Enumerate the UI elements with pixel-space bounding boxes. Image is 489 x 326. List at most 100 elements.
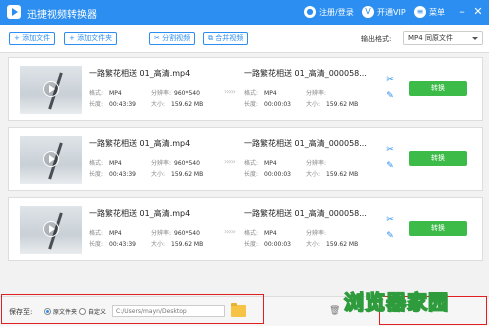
source-size: 159.62 MB [171, 101, 204, 108]
menu-icon: ≡ [414, 6, 426, 18]
output-duration: 00:00:03 [264, 241, 291, 248]
size-label: 大小: [306, 171, 321, 178]
source-duration: 00:43:39 [109, 241, 136, 248]
source-file-name: 一路繁花相送 01_高清.mp4 [89, 209, 191, 218]
scissors-icon[interactable]: ✂ [384, 212, 396, 228]
output-format: MP4 [264, 90, 277, 97]
source-format: MP4 [109, 230, 122, 237]
output-file-name: 一路繁花相送 01_高清_000058... [244, 139, 367, 148]
play-icon [43, 81, 59, 97]
video-item-3: 一路繁花相送 01_高清.mp4 格式: MP4 长度: 00:43:39 分辨率:… [8, 197, 483, 261]
convert-button[interactable]: 转换 [409, 221, 467, 236]
source-file-name: 一路繁花相送 01_高清.mp4 [89, 139, 191, 148]
source-resolution: 960*540 [174, 90, 200, 97]
minimize-button[interactable]: – [456, 5, 468, 19]
size-label: 大小: [306, 241, 321, 248]
output-format-label: 输出格式: [361, 35, 392, 43]
split-icon: ✂ [154, 34, 163, 42]
source-size: 159.62 MB [171, 171, 204, 178]
edit-icon[interactable]: ✎ [384, 88, 396, 104]
source-duration: 00:43:39 [109, 101, 136, 108]
duration-label: 长度: [244, 171, 259, 178]
scissors-icon[interactable]: ✂ [384, 72, 396, 88]
login-button[interactable]: ● 注册/登录 [304, 6, 354, 18]
resolution-label: 分辨率: [151, 90, 172, 97]
resolution-label: 分辨率: [306, 160, 327, 167]
add-folder-button[interactable]: + 添加文件夹 [64, 32, 118, 45]
convert-button[interactable]: 转换 [409, 81, 467, 96]
vip-icon: V [362, 6, 374, 18]
video-thumbnail[interactable] [20, 206, 82, 254]
source-duration: 00:43:39 [109, 171, 136, 178]
edit-tools: ✂ ✎ [384, 212, 396, 244]
output-duration: 00:00:03 [264, 101, 291, 108]
output-format: MP4 [264, 160, 277, 167]
arrow-right-icon: ››››› [224, 87, 236, 96]
user-icon: ● [304, 6, 316, 18]
arrow-right-icon: ››››› [224, 227, 236, 236]
duration-label: 长度: [89, 101, 104, 108]
watermark-text: 浏览器家园 [343, 289, 449, 315]
merge-video-button[interactable]: ⧉ 合并视频 [203, 32, 249, 45]
scissors-icon[interactable]: ✂ [384, 142, 396, 158]
size-label: 大小: [306, 101, 321, 108]
size-label: 大小: [151, 101, 166, 108]
trash-icon[interactable]: 🗑 [329, 306, 340, 316]
format-label: 格式: [244, 160, 259, 167]
title-bar: 迅捷视频转换器 ● 注册/登录 V 开通VIP ≡ 菜单 – ✕ [0, 0, 489, 25]
split-video-label: 分割视频 [162, 34, 191, 42]
video-thumbnail[interactable] [20, 136, 82, 184]
resolution-label: 分辨率: [306, 230, 327, 237]
duration-label: 长度: [89, 171, 104, 178]
video-thumbnail[interactable] [20, 66, 82, 114]
format-label: 格式: [89, 90, 104, 97]
arrow-right-icon: ››››› [224, 157, 236, 166]
app-logo-icon [7, 5, 21, 19]
source-file-name: 一路繁花相送 01_高清.mp4 [89, 69, 191, 78]
toolbar: + 添加文件 + 添加文件夹 ✂ 分割视频 ⧉ 合并视频 输出格式: MP4 同… [0, 25, 489, 53]
output-size: 159.62 MB [326, 101, 359, 108]
play-icon [43, 151, 59, 167]
video-item-1: 一路繁花相送 01_高清.mp4 格式: MP4 长度: 00:43:39 分辨率:… [8, 57, 483, 121]
vip-button[interactable]: V 开通VIP [362, 6, 406, 18]
format-label: 格式: [244, 230, 259, 237]
output-duration: 00:00:03 [264, 171, 291, 178]
resolution-label: 分辨率: [151, 230, 172, 237]
resolution-label: 分辨率: [306, 90, 327, 97]
output-format-value: MP4 同原文件 [408, 34, 453, 42]
source-resolution: 960*540 [174, 230, 200, 237]
output-size: 159.62 MB [326, 171, 359, 178]
size-label: 大小: [151, 171, 166, 178]
edit-icon[interactable]: ✎ [384, 228, 396, 244]
output-file-name: 一路繁花相送 01_高清_000058... [244, 69, 367, 78]
add-file-button[interactable]: + 添加文件 [9, 32, 56, 45]
format-label: 格式: [89, 230, 104, 237]
source-format: MP4 [109, 160, 122, 167]
menu-label: 菜单 [429, 7, 445, 17]
source-size: 159.62 MB [171, 241, 204, 248]
output-file-name: 一路繁花相送 01_高清_000058... [244, 209, 367, 218]
source-format: MP4 [109, 90, 122, 97]
video-item-2: 一路繁花相送 01_高清.mp4 格式: MP4 长度: 00:43:39 分辨率:… [8, 127, 483, 191]
output-format-select[interactable]: MP4 同原文件 [403, 31, 483, 45]
highlight-box-save-path [1, 294, 264, 324]
split-video-button[interactable]: ✂ 分割视频 [149, 32, 196, 45]
edit-tools: ✂ ✎ [384, 142, 396, 174]
close-button[interactable]: ✕ [472, 5, 484, 19]
output-format: MP4 [264, 230, 277, 237]
resolution-label: 分辨率: [151, 160, 172, 167]
duration-label: 长度: [89, 241, 104, 248]
play-icon [43, 221, 59, 237]
edit-tools: ✂ ✎ [384, 72, 396, 104]
chevron-down-icon [472, 37, 478, 40]
vip-label: 开通VIP [377, 7, 406, 17]
format-label: 格式: [89, 160, 104, 167]
output-size: 159.62 MB [326, 241, 359, 248]
duration-label: 长度: [244, 101, 259, 108]
convert-button[interactable]: 转换 [409, 151, 467, 166]
format-label: 格式: [244, 90, 259, 97]
menu-button[interactable]: ≡ 菜单 [414, 6, 445, 18]
duration-label: 长度: [244, 241, 259, 248]
edit-icon[interactable]: ✎ [384, 158, 396, 174]
size-label: 大小: [151, 241, 166, 248]
